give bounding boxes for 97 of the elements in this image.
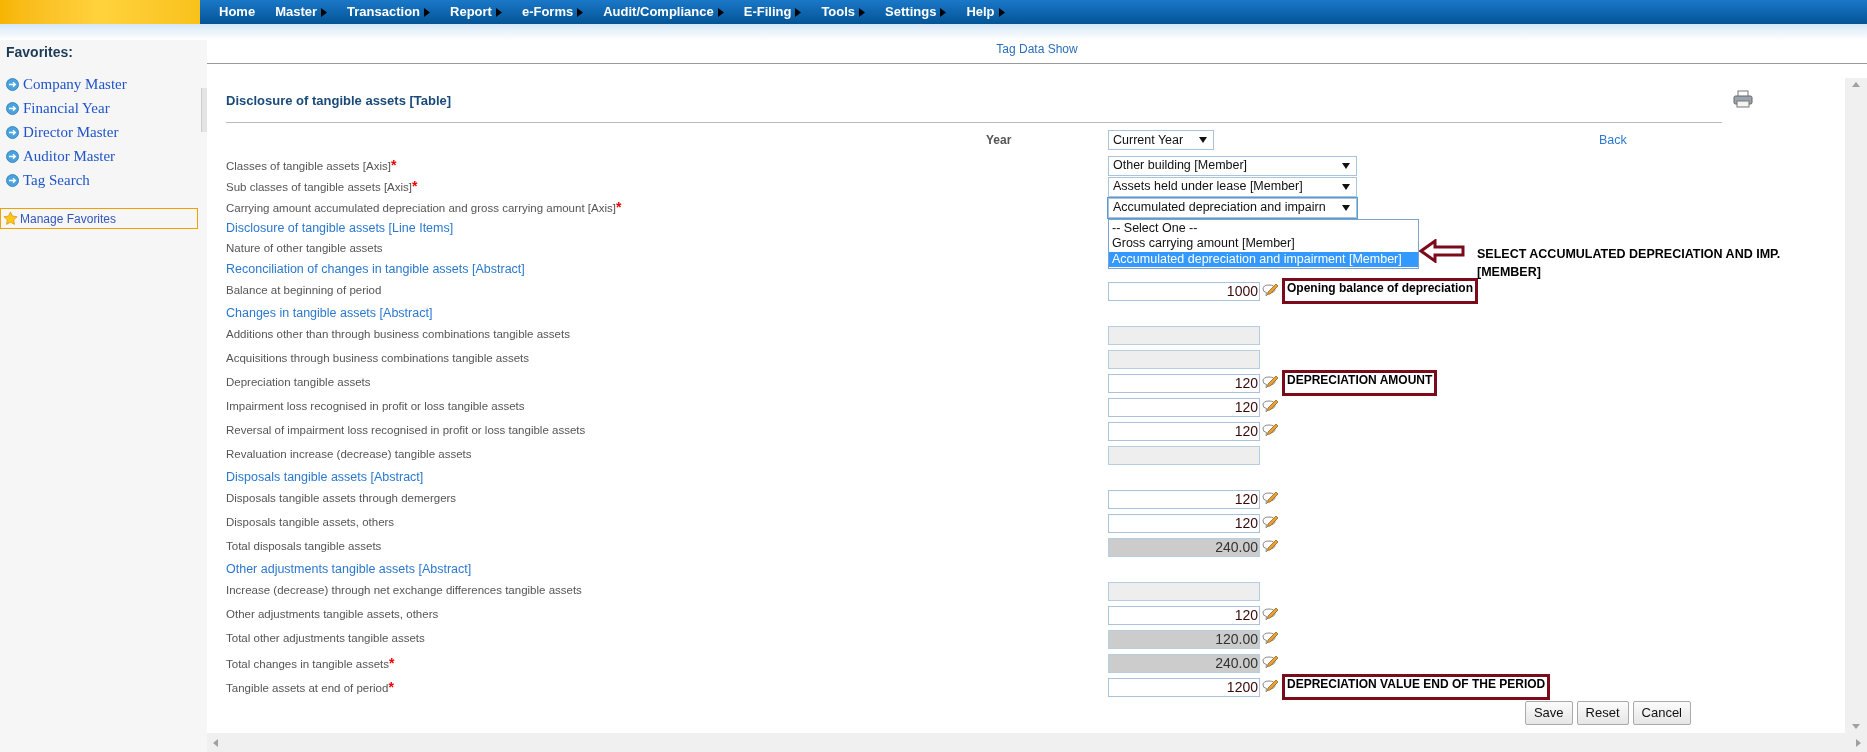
total-field: 120.00 [1108, 629, 1260, 649]
field-label: Carrying amount accumulated depreciation and gross carrying amount [Axis]* [226, 198, 622, 217]
amount-input[interactable]: 120 [1108, 605, 1260, 625]
amount-input[interactable]: 120 [1108, 397, 1260, 417]
year-label: Year [986, 132, 1012, 149]
section-heading: Changes in tangible assets [Abstract] [226, 304, 433, 322]
menu-item[interactable]: E-Filing [743, 2, 802, 22]
edit-comment-icon[interactable] [1261, 539, 1279, 555]
field-label: Disposals tangible assets, others [226, 515, 395, 531]
favorites-title: Favorites: [6, 43, 74, 62]
amount-input[interactable]: 120 [1108, 373, 1260, 393]
star-icon [3, 211, 18, 226]
dropdown-option[interactable]: Gross carrying amount [Member] [1109, 236, 1418, 252]
scroll-right-arrow-icon[interactable] [1856, 738, 1861, 747]
dropdown[interactable]: Assets held under lease [Member] [1108, 176, 1357, 197]
field-label: Depreciation tangible assets [226, 375, 371, 391]
scroll-up-arrow-icon[interactable] [1852, 82, 1860, 87]
field-label: Balance at beginning of period [226, 283, 382, 299]
edit-comment-icon[interactable] [1261, 491, 1279, 507]
form-button[interactable]: Cancel [1632, 701, 1691, 725]
field-label: Reversal of impairment loss recognised in profit or loss tangible assets [226, 423, 586, 439]
form-button[interactable]: Save [1524, 701, 1573, 725]
field-label: Acquisitions through business combinations tangible assets [226, 351, 529, 367]
field-label: Total changes in tangible assets* [226, 653, 395, 673]
edit-comment-icon[interactable] [1261, 679, 1279, 695]
dropdown[interactable]: Other building [Member] [1108, 155, 1357, 176]
edit-comment-icon[interactable] [1261, 423, 1279, 439]
edit-comment-icon[interactable] [1261, 607, 1279, 623]
back-link[interactable]: Back [1599, 130, 1627, 150]
field-label: Other adjustments tangible assets, others [226, 607, 439, 623]
section-heading: Other adjustments tangible assets [Abstract] [226, 560, 472, 578]
field-label: Impairment loss recognised in profit or loss tangible assets [226, 399, 525, 415]
section-heading: Disposals tangible assets [Abstract] [226, 468, 424, 486]
field-label: Total disposals tangible assets [226, 539, 382, 555]
menu-item[interactable]: Report [450, 2, 502, 22]
field-label: Nature of other tangible assets [226, 240, 383, 256]
favorite-link[interactable]: Tag Search [6, 168, 90, 192]
edit-comment-icon[interactable] [1261, 399, 1279, 415]
favorite-link[interactable]: Auditor Master [6, 144, 116, 168]
edit-comment-icon[interactable] [1261, 375, 1279, 391]
section-heading: Disclosure of tangible assets [Line Items] [226, 219, 454, 237]
caret-icon [1342, 183, 1350, 190]
annotation-callout: DEPRECIATION VALUE END OF THE PERIOD [1282, 674, 1551, 700]
total-field: 240.00 [1108, 653, 1260, 673]
menu-item[interactable]: Help [966, 2, 1005, 22]
edit-comment-icon[interactable] [1261, 283, 1279, 299]
page-title: Tag Data Show [996, 41, 1078, 58]
field-label: Additions other than through business combinations tangible assets [226, 327, 570, 343]
print-icon[interactable] [1733, 90, 1753, 108]
favorite-link[interactable]: Company Master [6, 72, 127, 96]
amount-input[interactable]: 1200 [1108, 677, 1260, 697]
form-button[interactable]: Reset [1576, 701, 1629, 725]
arrow-circle-icon [6, 173, 19, 187]
menu-item[interactable]: Audit/Compliance [603, 2, 724, 22]
arrow-circle-icon [6, 77, 19, 91]
edit-comment-icon[interactable] [1261, 515, 1279, 531]
field-label: Increase (decrease) through net exchange differences tangible assets [226, 583, 582, 599]
menu-item[interactable]: Transaction [347, 2, 430, 22]
manage-favorites-link[interactable]: Manage Favorites [0, 208, 198, 229]
menu-item[interactable]: Settings [885, 2, 947, 22]
callout-text: SELECT ACCUMULATED DEPRECIATION AND IMP. [MEMBER] [1477, 245, 1782, 281]
edit-comment-icon[interactable] [1261, 631, 1279, 647]
vertical-scrollbar[interactable] [1845, 78, 1867, 733]
scroll-left-arrow-icon[interactable] [213, 738, 218, 747]
field-label: Disposals tangible assets through demergers [226, 491, 457, 507]
dropdown-option[interactable]: -- Select One -- [1109, 220, 1418, 236]
scroll-down-arrow-icon[interactable] [1852, 724, 1860, 729]
horizontal-scrollbar[interactable] [207, 733, 1867, 752]
menu-item[interactable]: Home [219, 2, 256, 22]
favorite-link[interactable]: Director Master [6, 120, 119, 144]
caret-icon [1199, 137, 1207, 143]
field-label: Sub classes of tangible assets [Axis]* [226, 177, 418, 196]
amount-input[interactable]: 120 [1108, 513, 1260, 533]
annotation-callout: Opening balance of depreciation [1282, 278, 1479, 304]
field-label: Tangible assets at end of period* [226, 677, 394, 697]
dropdown[interactable]: Accumulated depreciation and impairn [1108, 197, 1357, 218]
menu-item[interactable]: Master [275, 2, 328, 22]
amount-input[interactable]: 120 [1108, 489, 1260, 509]
field-label: Revaluation increase (decrease) tangible assets [226, 447, 472, 463]
annotation-callout: DEPRECIATION AMOUNT [1282, 370, 1438, 396]
dropdown[interactable]: Current Year [1108, 130, 1214, 150]
amount-input[interactable]: 120 [1108, 421, 1260, 441]
total-field: 240.00 [1108, 537, 1260, 557]
arrow-circle-icon [6, 149, 19, 163]
amount-input[interactable]: 1000 [1108, 281, 1260, 301]
field-label: Classes of tangible assets [Axis]* [226, 156, 397, 175]
caret-icon [1342, 204, 1350, 211]
field-label: Total other adjustments tangible assets [226, 631, 425, 647]
arrow-circle-icon [6, 125, 19, 139]
edit-comment-icon[interactable] [1261, 655, 1279, 671]
favorite-link[interactable]: Financial Year [6, 96, 110, 120]
arrow-circle-icon [6, 101, 19, 115]
panel-title: Disclosure of tangible assets [Table] [226, 93, 452, 108]
section-heading: Reconciliation of changes in tangible assets [Abstract] [226, 260, 525, 278]
menu-item[interactable]: Tools [821, 2, 866, 22]
menu-item[interactable]: e-Forms [521, 2, 584, 22]
caret-icon [1342, 162, 1350, 169]
